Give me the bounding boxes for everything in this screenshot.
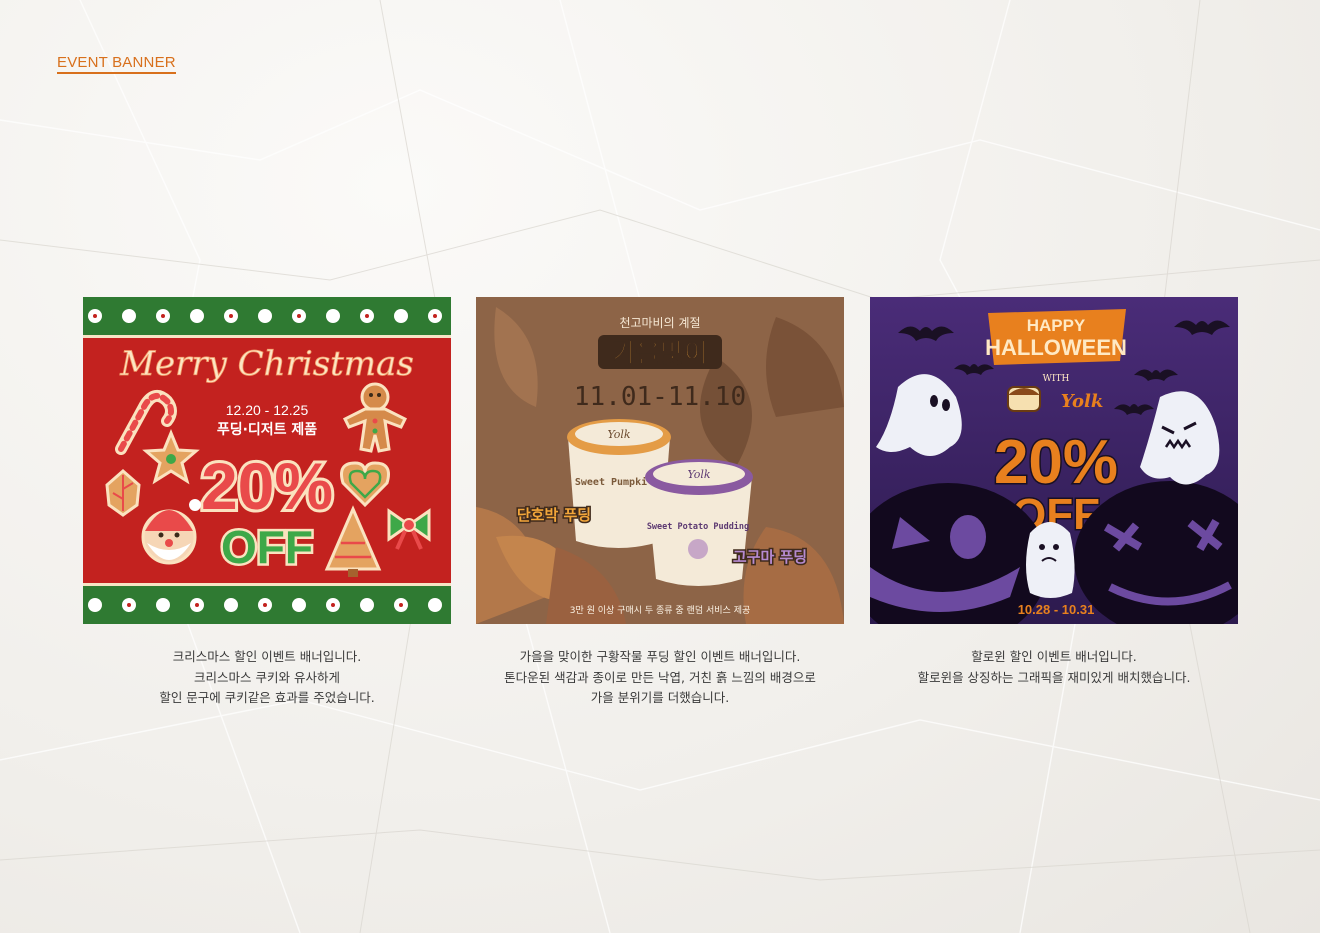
caption-line: 할로윈을 상징하는 그래픽을 재미있게 배치했습니다. <box>917 669 1191 685</box>
autumn-kicker: 천고마비의 계절 <box>619 315 700 330</box>
halloween-brand: Yolk <box>1061 391 1104 412</box>
christmas-discount: 20% <box>201 449 333 523</box>
caption-line: 가을 분위기를 더했습니다. <box>590 690 730 705</box>
svg-text:Yolk: Yolk <box>607 428 630 441</box>
halloween-headline-bottom: HALLOWEEN <box>985 335 1127 360</box>
autumn-headline: 가을맞이 <box>612 339 708 369</box>
halloween-caption: 할로윈 할인 이벤트 배너입니다. 할로윈을 상징하는 그래픽을 재미있게 배치… <box>844 647 1264 688</box>
caption-line: 크리스마스 할인 이벤트 배너입니다. <box>172 649 362 664</box>
christmas-banner[interactable]: Merry Christmas 12.20 - 12.25 푸딩·디저트 제품 … <box>83 297 451 624</box>
halloween-headline-top: HAPPY <box>1027 316 1086 335</box>
christmas-headline: Merry Christmas <box>119 344 414 384</box>
svg-text:Yolk: Yolk <box>687 468 710 481</box>
caption-line: 톤다운된 색감과 종이로 만든 낙엽, 거친 흙 느낌의 배경으로 <box>504 669 816 685</box>
halloween-banner[interactable]: HAPPY HALLOWEEN WITH Yolk 20% OFF 10.28 … <box>870 297 1238 624</box>
section-title: EVENT BANNER <box>57 54 176 74</box>
christmas-subtitle: 푸딩·디저트 제품 <box>217 421 317 438</box>
pumpkin-label: 단호박 푸딩 <box>517 506 591 524</box>
pudding-logo-icon <box>1007 386 1041 412</box>
halloween-with: WITH <box>1043 374 1070 384</box>
autumn-banner[interactable]: 천고마비의 계절 가을맞이 11.01-11.10 Yolk Sweet Pum… <box>476 297 844 624</box>
autumn-caption: 가을을 맞이한 구황작물 푸딩 할인 이벤트 배너입니다. 톤다운된 색감과 종… <box>450 647 870 709</box>
pumpkin-product-name: Sweet Pumpkin <box>575 476 653 488</box>
sweet-potato-product-name: Sweet Potato Pudding <box>647 521 749 532</box>
sweet-potato-label: 고구마 푸딩 <box>733 548 807 566</box>
christmas-date: 12.20 - 12.25 <box>226 402 309 418</box>
christmas-off: OFF <box>221 521 313 573</box>
halloween-discount: 20% <box>994 428 1118 497</box>
caption-line: 크리스마스 쿠키와 유사하게 <box>194 669 340 685</box>
autumn-date: 11.01-11.10 <box>574 382 746 412</box>
sweet-potato-pudding-cup: Yolk Sweet Potato Pudding <box>645 459 753 586</box>
christmas-caption: 크리스마스 할인 이벤트 배너입니다. 크리스마스 쿠키와 유사하게 할인 문구… <box>57 647 477 709</box>
caption-line: 할로윈 할인 이벤트 배너입니다. <box>971 649 1137 664</box>
caption-line: 할인 문구에 쿠키같은 효과를 주었습니다. <box>159 690 375 705</box>
halloween-date: 10.28 - 10.31 <box>1018 602 1095 617</box>
autumn-footer: 3만 원 이상 구매시 두 종류 중 랜덤 서비스 제공 <box>570 604 751 616</box>
caption-line: 가을을 맞이한 구황작물 푸딩 할인 이벤트 배너입니다. <box>519 649 801 664</box>
